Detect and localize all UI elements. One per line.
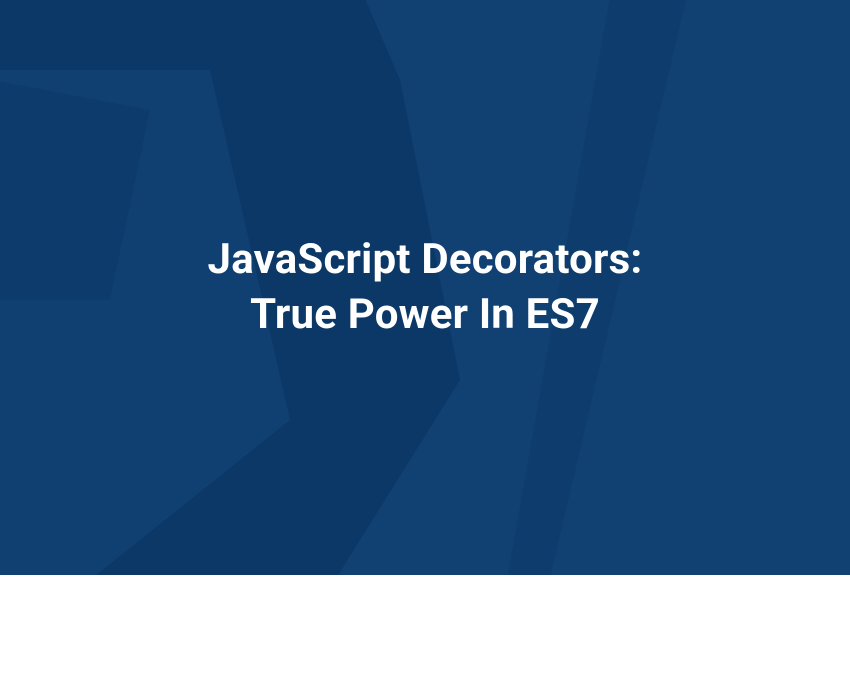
hero-banner: JavaScript Decorators: True Power In ES7 [0,0,850,575]
title-line-2: True Power In ES7 [250,290,600,339]
title-line-1: JavaScript Decorators: [208,235,643,284]
bottom-whitespace [0,575,850,675]
page-title: JavaScript Decorators: True Power In ES7 [168,233,683,342]
